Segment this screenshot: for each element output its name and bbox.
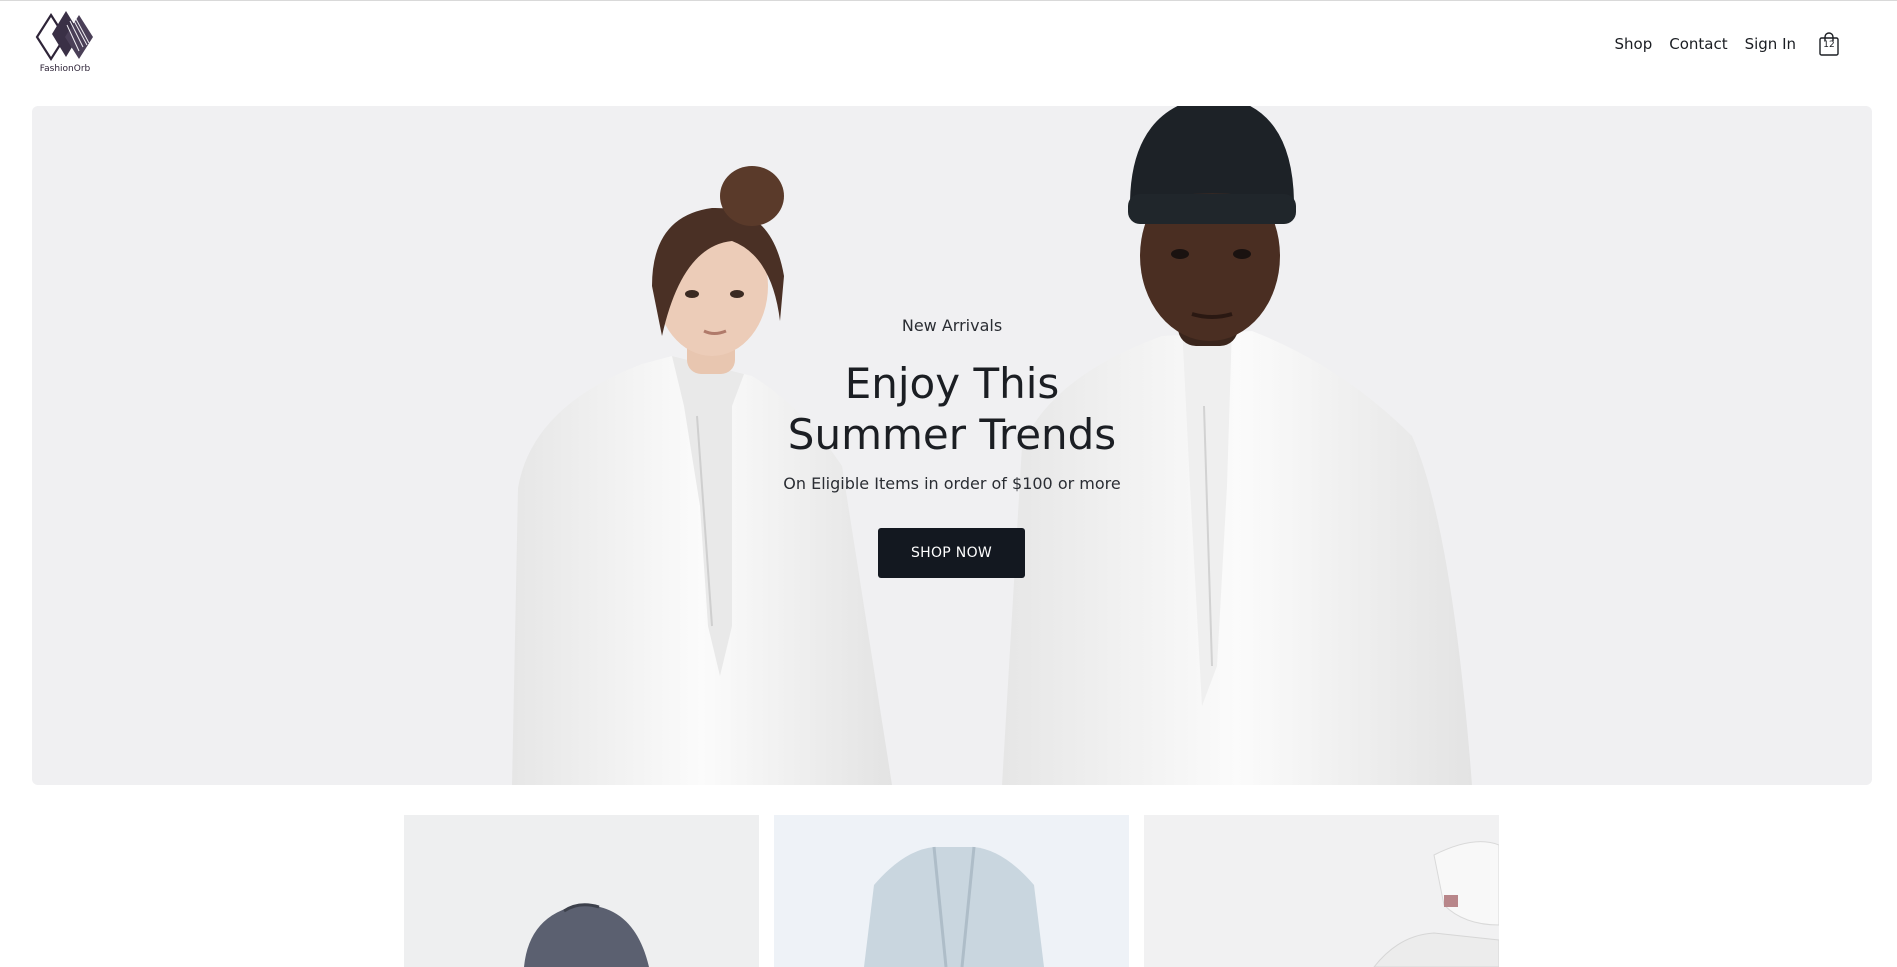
- diamond-logo-icon: [35, 11, 93, 62]
- main-nav: Shop Contact Sign In 12: [1597, 31, 1840, 57]
- hero-banner: New Arrivals Enjoy This Summer Trends On…: [32, 106, 1872, 785]
- nav-shop-link[interactable]: Shop: [1614, 35, 1652, 53]
- nav-contact-link[interactable]: Contact: [1669, 35, 1727, 53]
- hero-headline-line-2: Summer Trends: [787, 410, 1117, 459]
- cart-button[interactable]: 12: [1818, 31, 1840, 57]
- cardigan-product-image: [864, 846, 1044, 967]
- product-card-sneakers[interactable]: [1144, 815, 1499, 967]
- nav-sign-in-link[interactable]: Sign In: [1745, 35, 1796, 53]
- product-grid: [404, 815, 1499, 967]
- sneakers-product-image: [1373, 841, 1499, 967]
- site-header: FashionOrb Shop Contact Sign In 12: [0, 1, 1897, 105]
- cart-count-badge: 12: [1823, 40, 1835, 50]
- cap-product-image: [524, 903, 649, 967]
- hero-headline-line-1: Enjoy This: [844, 359, 1060, 408]
- hero-content: New Arrivals Enjoy This Summer Trends On…: [32, 106, 1872, 785]
- hero-eyebrow: New Arrivals: [901, 316, 1003, 335]
- hero-headline: Enjoy This Summer Trends: [32, 358, 1872, 460]
- shop-now-button[interactable]: SHOP NOW: [878, 528, 1025, 578]
- hero-subtitle: On Eligible Items in order of $100 or mo…: [783, 474, 1121, 493]
- brand-logo[interactable]: FashionOrb: [33, 9, 97, 77]
- product-card-cardigan[interactable]: [774, 815, 1129, 967]
- brand-name: FashionOrb: [39, 64, 91, 74]
- product-card-cap[interactable]: [404, 815, 759, 967]
